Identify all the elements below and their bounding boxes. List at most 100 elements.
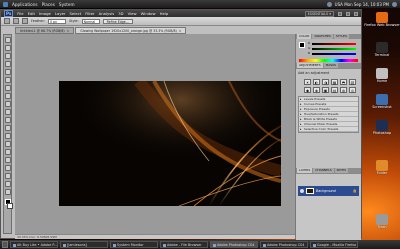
- close-button[interactable]: [354, 11, 358, 16]
- levels-icon[interactable]: ◐: [313, 79, 320, 85]
- photo-filter-icon[interactable]: ▣: [322, 87, 329, 93]
- slider-red[interactable]: R: [308, 41, 356, 45]
- channel-mixer-icon[interactable]: ▤: [331, 87, 338, 93]
- eraser-tool-icon[interactable]: [4, 117, 11, 123]
- power-icon[interactable]: [392, 1, 397, 7]
- style-select[interactable]: Normal: [81, 18, 100, 24]
- 3d-rotate-icon[interactable]: [4, 173, 11, 179]
- menu-filter[interactable]: Filter: [85, 11, 94, 16]
- history-brush-icon[interactable]: [4, 109, 11, 115]
- desktop-icon-photoshop[interactable]: Photoshop: [364, 120, 400, 135]
- maximize-button[interactable]: [346, 11, 350, 16]
- add-selection-icon[interactable]: [22, 18, 28, 24]
- vibrance-icon[interactable]: ◓: [340, 79, 347, 85]
- tab-layers[interactable]: LAYERS: [297, 168, 313, 173]
- feather-input[interactable]: 0 px: [47, 18, 66, 24]
- show-desktop-button[interactable]: [2, 241, 8, 248]
- doc-tab-untitled[interactable]: Untitled-1 @ 66.7% (RGB/8) ×: [15, 27, 75, 34]
- task-photoshop-2[interactable]: Adobe Photoshop CS4: [260, 241, 308, 248]
- doc-tab-wallpaper[interactable]: Glowing Wallpaper 1920x1200_orange.jpg @…: [75, 27, 187, 34]
- menu-image[interactable]: Image: [39, 11, 51, 16]
- hue-saturation-icon[interactable]: ▧: [349, 79, 356, 85]
- color-spectrum[interactable]: [299, 59, 358, 62]
- slider-blue[interactable]: B: [308, 51, 356, 55]
- invert-icon[interactable]: ◍: [340, 87, 347, 93]
- color-foreground-chip[interactable]: [299, 42, 305, 48]
- marquee-tool-icon[interactable]: [4, 45, 11, 51]
- new-selection-icon[interactable]: [13, 18, 19, 24]
- curves-icon[interactable]: ◑: [322, 79, 329, 85]
- slider-green[interactable]: G: [308, 46, 356, 50]
- applications-icon[interactable]: [3, 1, 8, 7]
- lasso-tool-icon[interactable]: [4, 53, 11, 59]
- eyedropper-icon[interactable]: [4, 77, 11, 83]
- panel-clock[interactable]: USA Mon Sep 14, 10:03 PM: [335, 2, 389, 7]
- task-jamiesons[interactable]: [Jamiesons]: [60, 241, 108, 248]
- applications-menu[interactable]: Applications: [12, 2, 38, 7]
- task-file-browser[interactable]: Adobe - File Browser: [160, 241, 208, 248]
- task-firefox[interactable]: Google - Mozilla Firefox: [310, 241, 358, 248]
- clone-stamp-icon[interactable]: [4, 101, 11, 107]
- magic-wand-icon[interactable]: [4, 61, 11, 67]
- refine-edge-button[interactable]: Refine Edge...: [102, 18, 133, 24]
- marquee-tool-icon[interactable]: [4, 18, 10, 24]
- desktop-icon-screenshot[interactable]: Screenshot: [364, 94, 400, 109]
- tab-masks[interactable]: MASKS: [323, 63, 339, 68]
- eye-icon[interactable]: [300, 189, 304, 193]
- slider-track[interactable]: [312, 42, 356, 45]
- menu-help[interactable]: Help: [160, 11, 169, 16]
- menu-file[interactable]: File: [17, 11, 23, 16]
- slider-track[interactable]: [312, 52, 356, 55]
- crop-tool-icon[interactable]: [4, 69, 11, 75]
- desktop-icon-folder[interactable]: Folder: [364, 160, 400, 175]
- task-photoshop-1[interactable]: Adobe Photoshop CS4: [210, 241, 258, 248]
- minimize-button[interactable]: [338, 11, 342, 16]
- hand-tool-icon[interactable]: [4, 181, 11, 187]
- menu-edit[interactable]: Edit: [28, 11, 35, 16]
- threshold-icon[interactable]: ◎: [349, 87, 356, 93]
- preset-selective-color[interactable]: Selective Color Presets: [299, 127, 358, 132]
- tab-paths[interactable]: PATHS: [334, 168, 349, 173]
- system-menu[interactable]: System: [59, 2, 75, 7]
- places-menu[interactable]: Places: [42, 2, 55, 7]
- move-tool-icon[interactable]: [4, 37, 11, 43]
- close-icon[interactable]: ×: [179, 29, 182, 33]
- menu-view[interactable]: View: [128, 11, 137, 16]
- close-icon[interactable]: ×: [67, 29, 70, 33]
- shape-tool-icon[interactable]: [4, 165, 11, 171]
- gradient-tool-icon[interactable]: [4, 125, 11, 131]
- slider-letter: R: [308, 41, 311, 45]
- brush-tool-icon[interactable]: [4, 93, 11, 99]
- zoom-tool-icon[interactable]: [4, 189, 11, 195]
- network-icon[interactable]: [326, 1, 332, 7]
- slider-track[interactable]: [312, 47, 356, 50]
- menu-select[interactable]: Select: [69, 11, 81, 16]
- workspace-switcher[interactable]: ESSENTIALS ▾: [304, 10, 334, 17]
- task-system-monitor[interactable]: System Monitor: [110, 241, 158, 248]
- black-white-icon[interactable]: ◈: [313, 87, 320, 93]
- desktop-icon-trash[interactable]: Trash: [364, 214, 400, 229]
- layer-row-background[interactable]: Background 🔒: [298, 186, 359, 196]
- healing-brush-icon[interactable]: [4, 85, 11, 91]
- desktop-icon-home[interactable]: Home: [364, 68, 400, 83]
- menu-layer[interactable]: Layer: [55, 11, 66, 16]
- exposure-icon[interactable]: ▦: [331, 79, 338, 85]
- menu-window[interactable]: Window: [141, 11, 156, 16]
- background-color-swatch[interactable]: [6, 203, 13, 209]
- menu-3d[interactable]: 3D: [118, 11, 123, 16]
- dodge-tool-icon[interactable]: [4, 133, 11, 139]
- tab-channels[interactable]: CHANNELS: [313, 168, 334, 173]
- desktop-icon-firefox[interactable]: Firefox Web Browser: [364, 12, 400, 27]
- type-tool-icon[interactable]: [4, 149, 11, 155]
- document-canvas[interactable]: [59, 81, 281, 206]
- task-alt-buy-lite[interactable]: Alt Buy Lite • Adobe P...: [10, 241, 58, 248]
- tab-adjustments[interactable]: ADJUSTMENTS: [297, 63, 323, 68]
- pen-tool-icon[interactable]: [4, 141, 11, 147]
- layer-blend-controls[interactable]: [298, 176, 359, 186]
- menu-analysis[interactable]: Analysis: [99, 11, 115, 16]
- screenshot-icon: [376, 94, 388, 105]
- desktop-icon-terminal[interactable]: Terminal: [364, 42, 400, 57]
- color-balance-icon[interactable]: ◆: [304, 87, 311, 93]
- brightness-icon[interactable]: ☀: [304, 79, 311, 85]
- path-select-icon[interactable]: [4, 157, 11, 163]
